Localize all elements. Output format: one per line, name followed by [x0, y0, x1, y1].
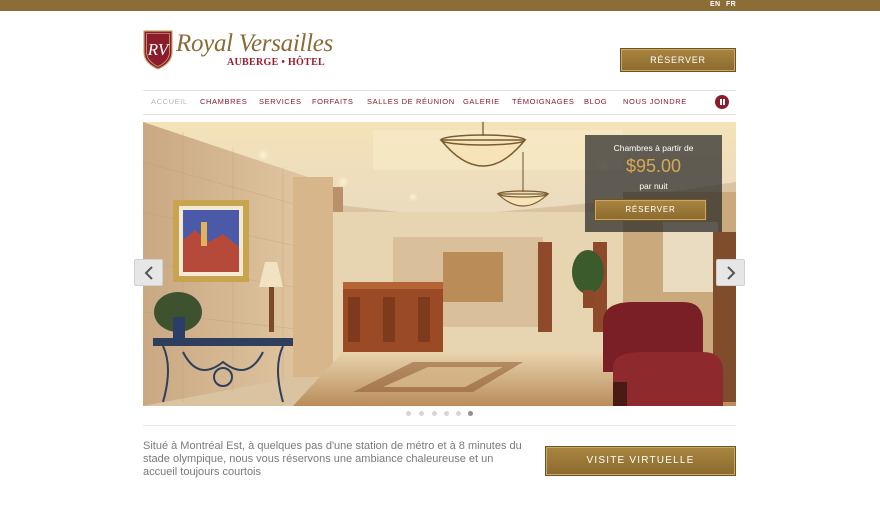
- nav-item-accueil[interactable]: ACCUEIL: [151, 97, 188, 106]
- slider-dot-1[interactable]: [406, 411, 411, 416]
- chevron-left-icon: [144, 265, 153, 280]
- slider-dot-3[interactable]: [432, 411, 437, 416]
- monogram-shield-icon: RV: [143, 30, 173, 70]
- slider-dot-5[interactable]: [456, 411, 461, 416]
- nav-item-temoignages[interactable]: TÉMOIGNAGES: [512, 97, 574, 106]
- slider-pagination: [406, 411, 486, 419]
- intro-text: Situé à Montréal Est, à quelques pas d'u…: [143, 440, 522, 478]
- slider-dot-2[interactable]: [419, 411, 424, 416]
- slider-prev-button[interactable]: [134, 259, 163, 286]
- nav-item-forfaits[interactable]: FORFAITS: [312, 97, 353, 106]
- main-nav: ACCUEIL CHAMBRES SERVICES FORFAITS SALLE…: [143, 90, 736, 115]
- nav-item-blog[interactable]: BLOG: [584, 97, 607, 106]
- nav-item-chambres[interactable]: CHAMBRES: [200, 97, 247, 106]
- slider-dot-6[interactable]: [468, 411, 473, 416]
- hotel-logo[interactable]: RV Royal Versailles AUBERGE • HÔTEL: [143, 30, 358, 74]
- language-en-link[interactable]: EN: [710, 1, 720, 8]
- nav-item-salles-de-reunion[interactable]: SALLES DE RÉUNION: [367, 97, 455, 106]
- nav-item-nous-joindre[interactable]: NOUS JOINDRE: [623, 97, 687, 106]
- top-bar: [0, 0, 880, 11]
- pause-icon[interactable]: [715, 95, 729, 109]
- nav-item-galerie[interactable]: GALERIE: [463, 97, 500, 106]
- promo-price: $95.00: [625, 156, 682, 176]
- reserve-button[interactable]: RÉSERVER: [620, 48, 736, 72]
- promo-reserve-button[interactable]: RÉSERVER: [594, 199, 707, 221]
- logo-subtitle: AUBERGE • HÔTEL: [227, 57, 326, 68]
- slider-next-button[interactable]: [716, 259, 745, 286]
- chevron-right-icon: [726, 265, 735, 280]
- slider-dot-4[interactable]: [444, 411, 449, 416]
- promo-per-night: par nuit: [639, 181, 668, 191]
- virtual-tour-button[interactable]: VISITE VIRTUELLE: [545, 446, 736, 476]
- promo-title: Chambres à partir de: [613, 143, 694, 153]
- monogram-text: RV: [147, 40, 171, 59]
- nav-item-services[interactable]: SERVICES: [259, 97, 302, 106]
- logo-name: Royal Versailles: [176, 30, 333, 57]
- language-fr-link[interactable]: FR: [726, 1, 736, 8]
- content-divider: [143, 425, 736, 426]
- price-promo-box: Chambres à partir de $95.00 par nuit RÉS…: [585, 135, 722, 232]
